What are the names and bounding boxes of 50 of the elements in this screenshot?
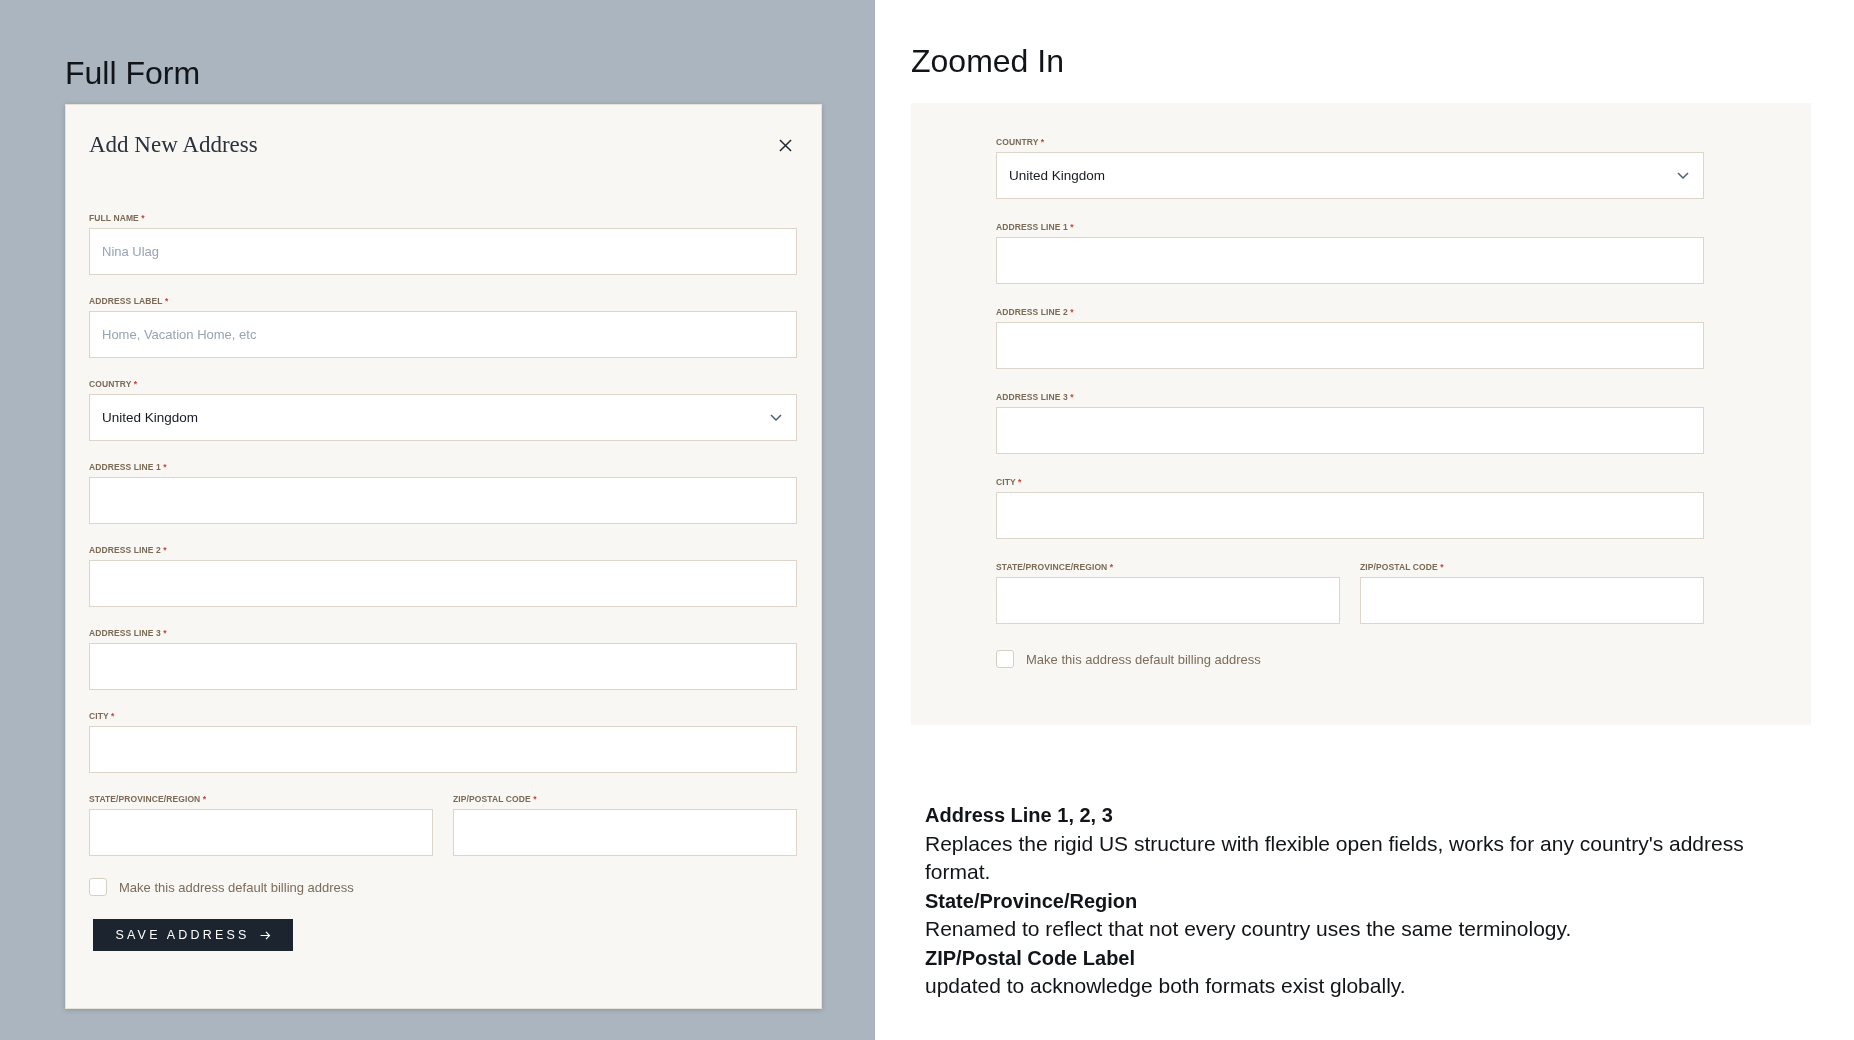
input-field[interactable]: Home, Vacation Home, etc — [89, 311, 797, 358]
input-field[interactable] — [89, 726, 797, 773]
input-field[interactable] — [89, 477, 797, 524]
field-label: CITY * — [996, 477, 1022, 488]
field-label: STATE/PROVINCE/REGION * — [89, 794, 207, 805]
section-heading: Zoomed In — [911, 43, 1064, 79]
close-icon[interactable] — [779, 138, 792, 152]
field-label: ADDRESS LINE 3 * — [89, 628, 167, 639]
input-field[interactable] — [996, 322, 1704, 369]
dropdown-field[interactable]: United Kingdom — [89, 394, 797, 441]
field-label: ADDRESS LINE 2 * — [89, 545, 167, 556]
checkbox-label: Make this address default billing address — [119, 879, 354, 895]
field-label: COUNTRY * — [996, 137, 1045, 148]
chevron-down-icon — [1677, 172, 1689, 179]
field-label: CITY * — [89, 711, 115, 722]
checkbox[interactable] — [996, 650, 1014, 668]
note-title: ZIP/Postal Code Label — [925, 945, 1136, 971]
input-field[interactable]: Nina Ulag — [89, 228, 797, 275]
note-title: Address Line 1, 2, 3 — [925, 803, 1113, 828]
arrow-right-icon — [259, 930, 271, 940]
input-field[interactable] — [996, 492, 1704, 539]
input-field[interactable] — [996, 577, 1340, 624]
field-label: ADDRESS LINE 2 * — [996, 307, 1074, 318]
field-label: ZIP/POSTAL CODE * — [453, 794, 537, 805]
checkbox-label: Make this address default billing address — [1026, 651, 1261, 667]
note-text: Replaces the rigid US structure with flexible open fields, works for any country's address format. — [925, 830, 1745, 885]
input-field[interactable] — [89, 643, 797, 690]
input-field[interactable] — [453, 809, 797, 856]
field-label: ADDRESS LABEL * — [89, 296, 169, 307]
input-field[interactable] — [89, 809, 433, 856]
section-heading: Full Form — [65, 55, 201, 91]
checkbox[interactable] — [89, 878, 107, 896]
note-text: updated to acknowledge both formats exist globally. — [925, 973, 1407, 999]
input-field[interactable] — [89, 560, 797, 607]
field-label: STATE/PROVINCE/REGION * — [996, 562, 1114, 573]
field-label: ADDRESS LINE 1 * — [996, 222, 1074, 233]
field-label: ADDRESS LINE 3 * — [996, 392, 1074, 403]
field-label: FULL NAME * — [89, 213, 145, 224]
input-field[interactable] — [1360, 577, 1704, 624]
save-address-button[interactable]: SAVE ADDRESS — [93, 919, 293, 951]
field-label: ADDRESS LINE 1 * — [89, 462, 167, 473]
note-title: State/Province/Region — [925, 888, 1138, 914]
note-text: Renamed to reflect that not every country uses the same terminology. — [925, 916, 1573, 942]
chevron-down-icon — [770, 414, 782, 421]
dropdown-field[interactable]: United Kingdom — [996, 152, 1704, 199]
field-label: COUNTRY * — [89, 379, 138, 390]
field-label: ZIP/POSTAL CODE * — [1360, 562, 1444, 573]
dialog-title: Add New Address — [89, 133, 258, 157]
input-field[interactable] — [996, 237, 1704, 284]
input-field[interactable] — [996, 407, 1704, 454]
